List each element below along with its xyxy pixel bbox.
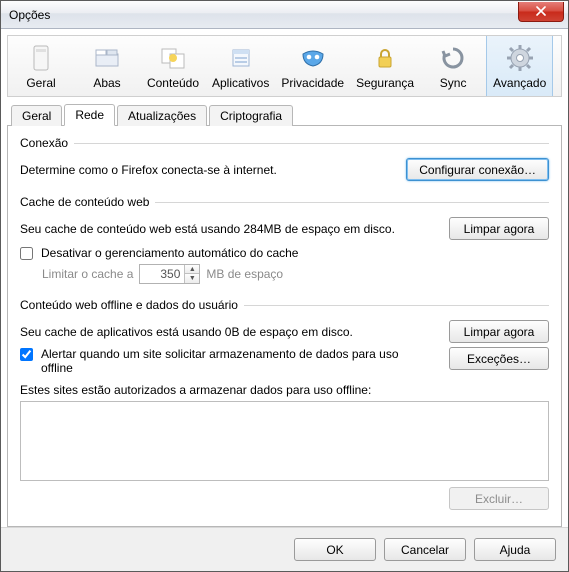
title-bar: Opções bbox=[1, 1, 568, 29]
lock-icon bbox=[369, 42, 401, 74]
close-icon bbox=[536, 6, 546, 16]
webcache-status: Seu cache de conteúdo web está usando 28… bbox=[20, 222, 439, 236]
webcache-group: Cache de conteúdo web Seu cache de conte… bbox=[20, 195, 549, 284]
category-toolbar: Geral Abas Conteúdo Aplicativos bbox=[7, 35, 562, 97]
remove-site-button[interactable]: Excluir… bbox=[449, 487, 549, 510]
content-icon bbox=[157, 42, 189, 74]
disable-auto-cache-checkbox[interactable] bbox=[20, 247, 33, 260]
divider bbox=[74, 143, 549, 144]
configure-connection-button[interactable]: Configurar conexão… bbox=[406, 158, 549, 181]
client-area: Geral Abas Conteúdo Aplicativos bbox=[1, 29, 568, 527]
toolbar-item-advanced[interactable]: Avançado bbox=[486, 36, 553, 96]
network-panel: Conexão Determine como o Firefox conecta… bbox=[7, 126, 562, 527]
offline-group: Conteúdo web offline e dados do usuário … bbox=[20, 298, 549, 510]
close-button[interactable] bbox=[518, 2, 564, 22]
tab-updates[interactable]: Atualizações bbox=[117, 105, 207, 126]
connection-description: Determine como o Firefox conecta-se à in… bbox=[20, 163, 396, 177]
toolbar-item-security[interactable]: Segurança bbox=[350, 36, 420, 96]
cache-limit-spinner[interactable]: ▲ ▼ bbox=[139, 264, 200, 284]
clear-appcache-button[interactable]: Limpar agora bbox=[449, 320, 549, 343]
tab-encryption[interactable]: Criptografia bbox=[209, 105, 293, 126]
alert-offline-label: Alertar quando um site solicitar armazen… bbox=[41, 347, 401, 375]
ok-button[interactable]: OK bbox=[294, 538, 376, 561]
toolbar-item-privacy[interactable]: Privacidade bbox=[275, 36, 350, 96]
connection-heading: Conexão bbox=[20, 136, 68, 150]
advanced-tabstrip: Geral Rede Atualizações Criptografia bbox=[7, 103, 562, 126]
spinner-down[interactable]: ▼ bbox=[185, 274, 199, 283]
connection-group: Conexão Determine como o Firefox conecta… bbox=[20, 136, 549, 181]
tab-network[interactable]: Rede bbox=[64, 104, 115, 126]
toolbar-item-tabs[interactable]: Abas bbox=[74, 36, 140, 96]
spinner-up[interactable]: ▲ bbox=[185, 265, 199, 274]
gear-icon bbox=[504, 42, 536, 74]
webcache-heading: Cache de conteúdo web bbox=[20, 195, 149, 209]
alert-offline-checkbox[interactable] bbox=[20, 348, 33, 361]
tab-general[interactable]: Geral bbox=[11, 105, 62, 126]
general-icon bbox=[25, 42, 57, 74]
exceptions-button[interactable]: Exceções… bbox=[449, 347, 549, 370]
help-button[interactable]: Ajuda bbox=[474, 538, 556, 561]
offline-list-label: Estes sites estão autorizados a armazena… bbox=[20, 383, 371, 397]
cancel-button[interactable]: Cancelar bbox=[384, 538, 466, 561]
toolbar-item-sync[interactable]: Sync bbox=[420, 36, 486, 96]
divider bbox=[155, 202, 549, 203]
toolbar-item-label: Privacidade bbox=[281, 76, 344, 90]
sync-icon bbox=[437, 42, 469, 74]
toolbar-item-label: Sync bbox=[440, 76, 467, 90]
dialog-footer: OK Cancelar Ajuda bbox=[1, 527, 568, 571]
toolbar-item-label: Geral bbox=[26, 76, 55, 90]
disable-auto-cache-label: Desativar o gerenciamento automático do … bbox=[41, 246, 298, 260]
window-title: Opções bbox=[9, 8, 50, 22]
toolbar-item-label: Abas bbox=[93, 76, 120, 90]
offline-status: Seu cache de aplicativos está usando 0B … bbox=[20, 325, 439, 339]
limit-cache-suffix: MB de espaço bbox=[206, 267, 283, 281]
toolbar-item-general[interactable]: Geral bbox=[8, 36, 74, 96]
applications-icon bbox=[225, 42, 257, 74]
tabs-icon bbox=[91, 42, 123, 74]
toolbar-item-label: Avançado bbox=[493, 76, 546, 90]
offline-heading: Conteúdo web offline e dados do usuário bbox=[20, 298, 238, 312]
privacy-mask-icon bbox=[297, 42, 329, 74]
clear-webcache-button[interactable]: Limpar agora bbox=[449, 217, 549, 240]
options-window: Opções Geral Abas bbox=[0, 0, 569, 572]
limit-cache-prefix: Limitar o cache a bbox=[42, 267, 133, 281]
divider bbox=[244, 305, 549, 306]
toolbar-item-label: Conteúdo bbox=[147, 76, 199, 90]
toolbar-item-content[interactable]: Conteúdo bbox=[140, 36, 206, 96]
toolbar-item-label: Segurança bbox=[356, 76, 414, 90]
offline-sites-listbox[interactable] bbox=[20, 401, 549, 481]
toolbar-item-applications[interactable]: Aplicativos bbox=[206, 36, 275, 96]
toolbar-item-label: Aplicativos bbox=[212, 76, 269, 90]
cache-limit-input[interactable] bbox=[140, 265, 184, 283]
